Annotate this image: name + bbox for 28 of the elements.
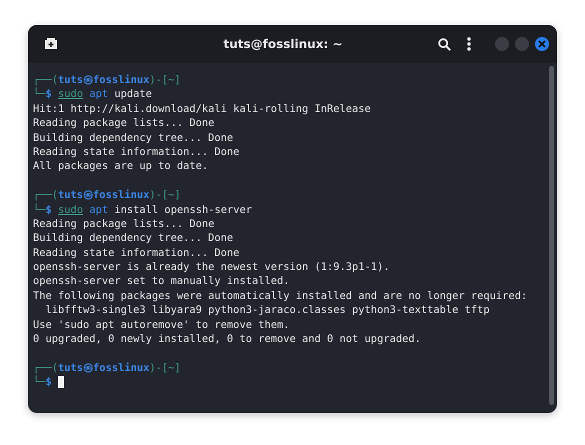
prompt-line: ┌──(tuts㉿fosslinux)-[~] [33, 73, 181, 87]
menu-icon [467, 37, 471, 51]
window-title: tuts@fosslinux: ~ [222, 37, 344, 51]
output-line: Reading package lists... Done [33, 216, 216, 232]
new-tab-icon [44, 38, 58, 50]
output-line: 0 upgraded, 0 newly installed, 0 to remove and 0 not upgraded. [33, 332, 422, 346]
output-line: Use 'sudo apt autoremove' to remove them. [33, 318, 290, 332]
output-line: Reading state information... Done [33, 144, 240, 160]
output-line: Hit:1 http://kali.download/kali kali-rolling InRelease [33, 102, 372, 116]
prompt-line: ┌──(tuts㉿fosslinux)-[~] [33, 360, 181, 375]
prompt-line: ┌──(tuts㉿fosslinux)-[~] [33, 188, 181, 203]
output-line: openssh-server set to manually installed. [33, 274, 290, 289]
command-line: └─$ [33, 375, 52, 390]
command-line: └─$ sudo apt update [33, 87, 152, 102]
output-line: openssh-server is already the newest version (1:9.3p1-1). [33, 260, 391, 274]
close-icon [538, 40, 546, 48]
output-line: Building dependency tree... Done [33, 130, 234, 145]
command-line: └─$ sudo apt install openssh-server [33, 202, 252, 217]
close-button[interactable] [535, 37, 549, 51]
output-line: All packages are up to date. [33, 159, 210, 174]
text-cursor [58, 376, 64, 388]
output-line: libfftw3-single3 libyara9 python3-jaraco.classes python3-texttable tftp [44, 303, 491, 318]
scrollbar[interactable] [549, 66, 554, 405]
output-line: Building dependency tree... Done [33, 231, 234, 246]
output-line: Reading state information... Done [33, 246, 240, 260]
search-icon [438, 38, 451, 50]
output-line: The following packages were automatically installed and are no longer required: [33, 288, 528, 304]
output-line: Reading package lists... Done [33, 116, 216, 131]
